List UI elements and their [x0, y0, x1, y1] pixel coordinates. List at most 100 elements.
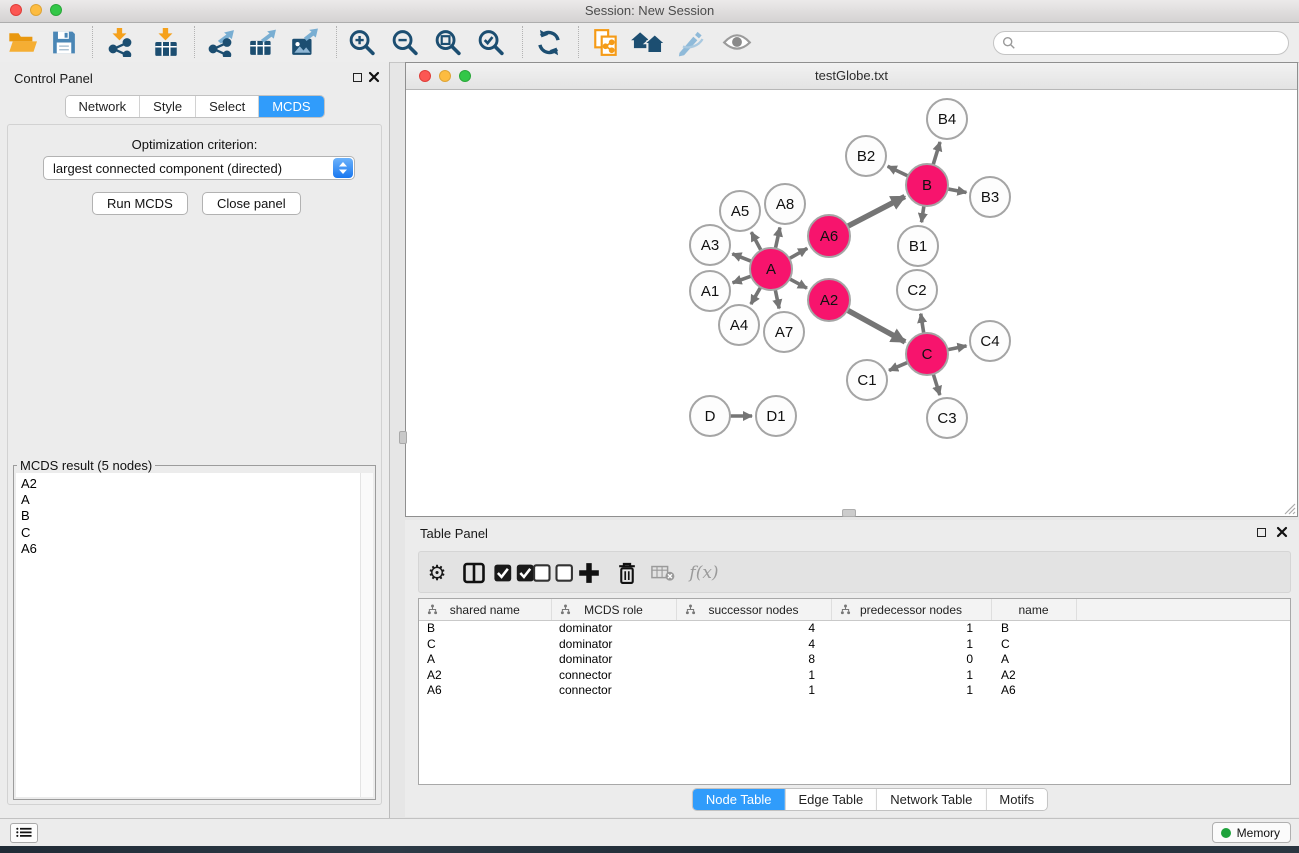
tab-motifs[interactable]: Motifs [985, 789, 1047, 810]
graph-edge-A-A6[interactable] [788, 248, 808, 259]
table-cell[interactable]: 1 [831, 637, 991, 653]
graph-edge-C-C3[interactable] [933, 372, 940, 395]
table-cell[interactable]: C [991, 637, 1076, 653]
mcds-result-item[interactable]: A2 [21, 476, 361, 492]
table-cell[interactable]: 4 [676, 621, 831, 637]
table-cell[interactable]: B [419, 621, 551, 637]
close-panel-button[interactable]: Close panel [202, 192, 301, 215]
splitter-handle-left[interactable] [399, 431, 407, 444]
node-table[interactable]: shared nameMCDS rolesuccessor nodesprede… [418, 598, 1291, 785]
delete-table-button[interactable] [651, 561, 675, 585]
table-row[interactable]: Adominator80A [419, 652, 1290, 668]
show-columns-button[interactable] [462, 561, 486, 585]
tab-edge-table[interactable]: Edge Table [784, 789, 876, 810]
mcds-result-item[interactable]: C [21, 525, 361, 541]
search-input[interactable] [1021, 34, 1283, 52]
table-cell[interactable]: connector [551, 668, 676, 684]
add-row-button[interactable] [577, 561, 601, 585]
tab-network[interactable]: Network [65, 96, 139, 117]
float-panel-icon[interactable] [353, 73, 362, 82]
table-row[interactable]: A2connector11A2 [419, 668, 1290, 684]
graph-node-B[interactable]: B [906, 164, 948, 206]
memory-button[interactable]: Memory [1212, 822, 1291, 843]
graph-edge-A-A5[interactable] [751, 232, 762, 252]
network-canvas[interactable]: B4B2BB3A5A8A6A3B1AA1C2A2A4A7C4CC1C3DD1 [406, 89, 1297, 516]
graph-node-C1[interactable]: C1 [847, 360, 887, 400]
table-cell[interactable]: 1 [831, 668, 991, 684]
bird-eye-button[interactable] [720, 26, 754, 59]
graph-edge-A-A4[interactable] [751, 285, 762, 304]
tab-node-table[interactable]: Node Table [693, 789, 785, 810]
table-cell[interactable]: A [991, 652, 1076, 668]
network-documents-button[interactable] [589, 26, 623, 59]
graph-node-B1[interactable]: B1 [898, 226, 938, 266]
graph-node-C3[interactable]: C3 [927, 398, 967, 438]
table-cell[interactable]: 1 [831, 683, 991, 699]
criterion-dropdown[interactable]: largest connected component (directed) [43, 156, 355, 180]
graph-edge-B-B2[interactable] [888, 166, 910, 177]
hide-details-button[interactable] [674, 26, 708, 59]
float-panel-icon[interactable] [1257, 528, 1266, 537]
graph-edge-C-C1[interactable] [889, 362, 910, 371]
table-cell[interactable]: A [419, 652, 551, 668]
table-cell[interactable]: A2 [991, 668, 1076, 684]
run-mcds-button[interactable]: Run MCDS [92, 192, 188, 215]
resize-grip[interactable] [1282, 501, 1296, 515]
table-cell[interactable]: A6 [991, 683, 1076, 699]
table-cell[interactable]: A6 [419, 683, 551, 699]
graph-edge-A6-B[interactable] [846, 197, 905, 228]
table-cell[interactable]: 1 [831, 621, 991, 637]
table-cell[interactable] [1076, 637, 1290, 653]
graph-edge-A-A2[interactable] [788, 278, 807, 288]
graph-edge-A-A7[interactable] [775, 288, 779, 309]
table-cell[interactable]: 8 [676, 652, 831, 668]
search-box[interactable] [993, 31, 1289, 55]
table-cell[interactable]: dominator [551, 621, 676, 637]
table-cell[interactable]: C [419, 637, 551, 653]
table-cell[interactable]: B [991, 621, 1076, 637]
graph-node-A6[interactable]: A6 [808, 215, 850, 257]
graph-edge-C-C4[interactable] [946, 346, 967, 350]
tab-select[interactable]: Select [195, 96, 258, 117]
mcds-result-item[interactable]: A6 [21, 541, 361, 557]
graph-edge-A2-C[interactable] [846, 309, 905, 342]
function-builder-button[interactable]: f(x) [683, 561, 725, 585]
table-cell[interactable]: A2 [419, 668, 551, 684]
result-scrollbar[interactable] [360, 473, 373, 797]
table-cell[interactable]: dominator [551, 637, 676, 653]
deselect-all-button[interactable] [532, 561, 574, 585]
table-options-button[interactable]: ⚙ [425, 561, 449, 585]
import-network-button[interactable] [103, 26, 137, 59]
table-cell[interactable] [1076, 652, 1290, 668]
home-button[interactable] [628, 26, 668, 59]
export-table-button[interactable] [245, 26, 279, 59]
export-network-button[interactable] [203, 26, 237, 59]
graph-edge-A-A1[interactable] [733, 275, 754, 282]
graph-node-B4[interactable]: B4 [927, 99, 967, 139]
zoom-fit-button[interactable] [431, 26, 465, 59]
zoom-selected-button[interactable] [474, 26, 508, 59]
graph-node-B2[interactable]: B2 [846, 136, 886, 176]
graph-edge-A-A8[interactable] [775, 227, 780, 250]
table-cell[interactable]: 0 [831, 652, 991, 668]
table-row[interactable]: Cdominator41C [419, 637, 1290, 653]
graph-node-A[interactable]: A [750, 248, 792, 290]
open-session-button[interactable] [5, 26, 39, 59]
graph-node-A3[interactable]: A3 [690, 225, 730, 265]
mcds-result-item[interactable]: B [21, 508, 361, 524]
graph-node-A1[interactable]: A1 [690, 271, 730, 311]
graph-edge-B-B3[interactable] [946, 189, 967, 193]
refresh-button[interactable] [532, 26, 566, 59]
table-cell[interactable]: 4 [676, 637, 831, 653]
zoom-out-button[interactable] [388, 26, 422, 59]
mcds-result-item[interactable]: A [21, 492, 361, 508]
column-header-predecessor-nodes[interactable]: predecessor nodes [831, 599, 991, 621]
show-panels-button[interactable] [10, 823, 38, 843]
graph-node-A2[interactable]: A2 [808, 279, 850, 321]
tab-style[interactable]: Style [139, 96, 195, 117]
graph-edge-C-C2[interactable] [921, 314, 924, 336]
table-cell[interactable]: dominator [551, 652, 676, 668]
table-cell[interactable] [1076, 683, 1290, 699]
tab-network-table[interactable]: Network Table [876, 789, 985, 810]
column-header-mcds-role[interactable]: MCDS role [551, 599, 676, 621]
